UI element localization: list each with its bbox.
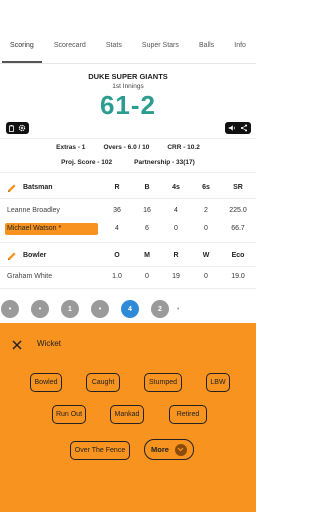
batsman-runs: 4	[115, 225, 119, 232]
tab-scoring[interactable]: Scoring	[0, 42, 44, 63]
batsman-runs: 36	[113, 207, 121, 214]
divider	[0, 242, 256, 243]
divider	[0, 198, 256, 199]
bowler-runs: 19	[172, 273, 180, 280]
edit-batsman-icon[interactable]	[6, 183, 17, 194]
run-out-button[interactable]: Run Out	[52, 405, 86, 424]
batsman-balls: 6	[145, 225, 149, 232]
tab-bar: Scoring Scorecard Stats Super Stars Ball…	[0, 0, 256, 64]
runs-conceded-heading: R	[173, 252, 179, 259]
batsman-sixes: 0	[204, 225, 208, 232]
bowler-heading: Bowler	[23, 252, 47, 259]
economy-heading: Eco	[231, 252, 245, 259]
battery-icon[interactable]	[9, 119, 14, 137]
sheet-title: Wicket	[37, 339, 61, 348]
bowler-overs: 1.0	[112, 273, 122, 280]
overs-heading: O	[114, 252, 120, 259]
right-toolbar	[225, 122, 251, 134]
retired-button[interactable]: Retired	[169, 405, 207, 424]
more-label: More	[151, 445, 169, 454]
ball-current[interactable]: 4	[121, 300, 139, 318]
fours-heading: 4s	[172, 184, 180, 191]
caught-button[interactable]: Caught	[86, 373, 120, 392]
ball-dot[interactable]: •	[1, 300, 19, 318]
extras-stat: Extras - 1	[56, 144, 86, 151]
tab-super-stars[interactable]: Super Stars	[132, 42, 189, 63]
innings-label: 1st Innings	[112, 83, 144, 90]
close-icon[interactable]	[12, 337, 22, 350]
share-icon[interactable]	[240, 119, 248, 137]
batsman-row[interactable]: Leanne Broadley 36 16 4 2 225.0	[0, 207, 256, 221]
partnership-stat: Partnership - 33(17)	[134, 159, 195, 166]
projected-score-stat: Proj. Score - 102	[61, 159, 113, 166]
ball-dot[interactable]: •	[91, 300, 109, 318]
divider	[0, 138, 256, 139]
on-strike-batsman-name: Michael Watson *	[5, 223, 98, 235]
more-button[interactable]: More	[144, 439, 194, 460]
batsman-strike-rate: 66.7	[231, 225, 245, 232]
wicket-sheet: Wicket Bowled Caught Stumped LBW Run Out…	[0, 323, 256, 512]
batsman-strike-rate: 225.0	[229, 207, 247, 214]
overs-stat: Overs - 6.0 / 10	[103, 144, 150, 151]
bowled-button[interactable]: Bowled	[30, 373, 62, 392]
left-toolbar	[6, 122, 29, 134]
bowling-header: Bowler O M R W Eco	[0, 252, 256, 266]
settings-icon[interactable]	[18, 119, 26, 137]
bowler-row[interactable]: Graham White 1.0 0 19 0 19.0	[0, 273, 256, 287]
batsman-fours: 4	[174, 207, 178, 214]
sixes-heading: 6s	[202, 184, 210, 191]
ball-separator: •	[177, 306, 180, 313]
tab-balls[interactable]: Balls	[189, 42, 224, 63]
stats-row-1: Extras - 1 Overs - 6.0 / 10 CRR - 10.2	[0, 144, 256, 151]
batting-header: Batsman R B 4s 6s SR	[0, 184, 256, 198]
bowler-maidens: 0	[145, 273, 149, 280]
crr-stat: CRR - 10.2	[167, 144, 200, 151]
ball-dot[interactable]: •	[31, 300, 49, 318]
runs-heading: R	[114, 184, 120, 191]
tab-stats[interactable]: Stats	[96, 42, 132, 63]
chevron-down-icon	[174, 443, 187, 456]
mankad-button[interactable]: Mankad	[110, 405, 144, 424]
stumped-button[interactable]: Stumped	[144, 373, 182, 392]
batsman-heading: Batsman	[23, 184, 53, 191]
batsman-name: Leanne Broadley	[7, 207, 60, 214]
batsman-fours: 0	[174, 225, 178, 232]
over-the-fence-button[interactable]: Over The Fence	[70, 441, 130, 460]
team-score: 61-2	[99, 90, 157, 120]
ball-run[interactable]: 1	[61, 300, 79, 318]
tab-scorecard[interactable]: Scorecard	[44, 42, 96, 63]
this-over-balls: • • 1 • 4 2 •	[0, 300, 256, 322]
bowler-name: Graham White	[7, 273, 53, 280]
batsman-balls: 16	[143, 207, 151, 214]
volume-icon[interactable]	[228, 119, 236, 137]
balls-heading: B	[144, 184, 150, 191]
batsman-row-on-strike[interactable]: Michael Watson * 4 6 0 0 66.7	[0, 223, 256, 239]
team-name: DUKE SUPER GIANTS	[88, 72, 168, 81]
divider	[0, 266, 256, 267]
tab-info[interactable]: Info	[224, 42, 256, 63]
divider	[0, 288, 256, 289]
bowler-wickets: 0	[204, 273, 208, 280]
strike-rate-heading: SR	[233, 184, 243, 191]
divider	[0, 172, 256, 173]
batsman-sixes: 2	[204, 207, 208, 214]
edit-bowler-icon[interactable]	[6, 251, 17, 262]
stats-row-2: Proj. Score - 102 Partnership - 33(17)	[0, 159, 256, 166]
bowler-economy: 19.0	[231, 273, 245, 280]
wickets-heading: W	[202, 252, 210, 259]
maidens-heading: M	[144, 252, 150, 259]
ball-run[interactable]: 2	[151, 300, 169, 318]
lbw-button[interactable]: LBW	[206, 373, 230, 392]
